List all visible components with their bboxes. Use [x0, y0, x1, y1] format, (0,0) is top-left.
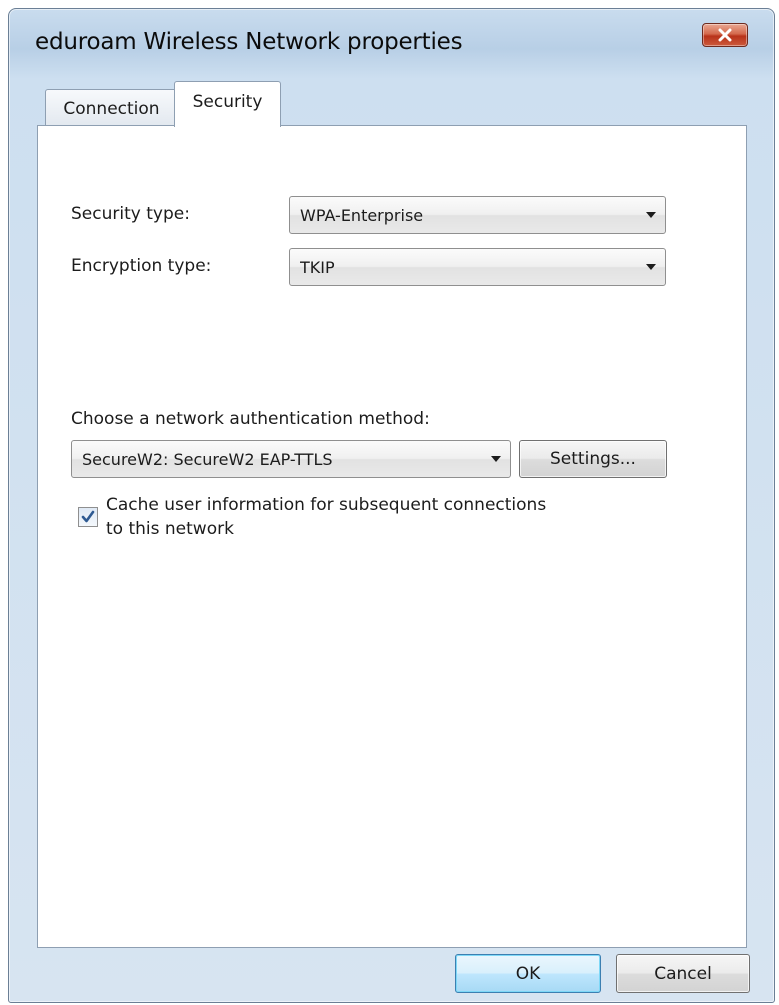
chevron-down-icon	[637, 249, 665, 285]
auth-method-label: Choose a network authentication method:	[71, 409, 430, 429]
tab-security[interactable]: Security	[174, 81, 281, 127]
security-type-value: WPA-Enterprise	[300, 205, 424, 225]
cache-label-line1: Cache user information for subsequent co…	[106, 495, 547, 515]
cancel-button[interactable]: Cancel	[616, 954, 750, 993]
auth-method-value: SecureW2: SecureW2 EAP-TTLS	[82, 449, 333, 469]
security-type-dropdown[interactable]: WPA-Enterprise	[289, 196, 666, 234]
properties-dialog: eduroam Wireless Network properties Conn…	[8, 8, 775, 1003]
title-bar[interactable]: eduroam Wireless Network properties	[9, 9, 774, 75]
window-title: eduroam Wireless Network properties	[35, 29, 463, 55]
tab-connection[interactable]: Connection	[45, 89, 178, 127]
tab-strip: Connection Security	[37, 79, 744, 127]
encryption-type-label: Encryption type:	[71, 256, 212, 276]
checkmark-icon	[81, 510, 95, 523]
auth-method-dropdown[interactable]: SecureW2: SecureW2 EAP-TTLS	[71, 440, 511, 478]
encryption-type-dropdown[interactable]: TKIP	[289, 248, 666, 286]
ok-button[interactable]: OK	[455, 954, 601, 993]
chevron-down-icon	[482, 441, 510, 477]
encryption-type-value: TKIP	[300, 257, 335, 277]
cache-label-line2: to this network	[106, 519, 234, 539]
cache-user-info-checkbox[interactable]	[78, 507, 98, 527]
security-tab-panel: Security type: WPA-Enterprise Encryption…	[37, 125, 747, 948]
security-type-label: Security type:	[71, 204, 190, 224]
close-icon	[718, 28, 732, 42]
settings-button[interactable]: Settings...	[519, 440, 667, 478]
chevron-down-icon	[637, 197, 665, 233]
close-button[interactable]	[702, 23, 748, 47]
